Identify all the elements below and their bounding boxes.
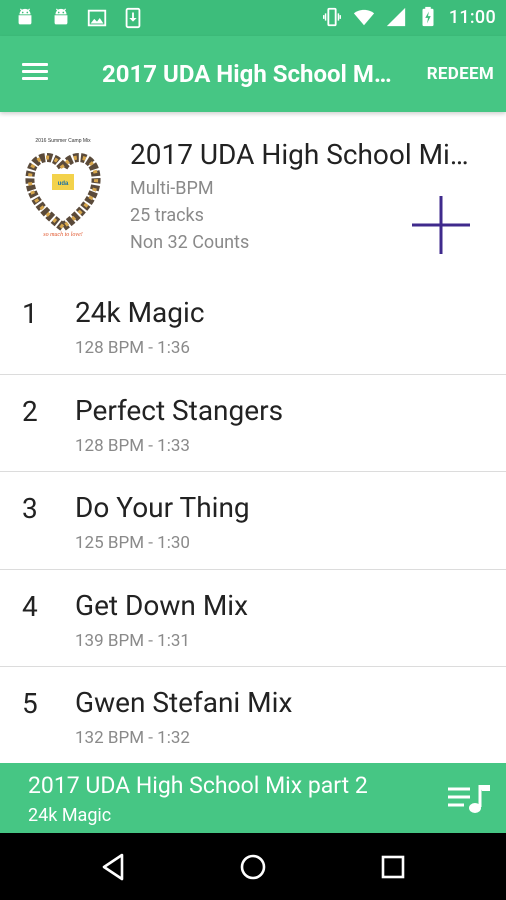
album-title: 2017 UDA High School Mix part 2 (130, 138, 475, 171)
track-info: 139 BPM - 1:31 (75, 630, 190, 651)
album-cover-image: 2016 Summer Camp Mix uda so much to love… (22, 132, 104, 240)
app-bar: 2017 UDA High School Mix part 2 REDEEM (0, 36, 506, 112)
track-name: Perfect Stangers (75, 393, 284, 427)
hamburger-icon-line (22, 63, 48, 66)
now-playing-album: 2017 UDA High School Mix part 2 (28, 772, 368, 799)
track-info: 128 BPM - 1:36 (75, 338, 190, 358)
now-playing-bar[interactable]: 2017 UDA High School Mix part 2 24k Magi… (0, 763, 506, 833)
album-track-count: 25 tracks (130, 205, 204, 226)
track-number: 3 (22, 492, 38, 525)
menu-button[interactable] (22, 59, 58, 89)
track-row[interactable]: 4 Get Down Mix 139 BPM - 1:31 (0, 570, 506, 667)
signal-icon (386, 7, 405, 27)
back-icon[interactable] (98, 851, 130, 883)
track-number: 5 (22, 687, 38, 720)
svg-text:2016 Summer Camp Mix: 2016 Summer Camp Mix (35, 138, 91, 144)
album-header: 2016 Summer Camp Mix uda so much to love… (0, 112, 506, 270)
download-icon (125, 7, 141, 29)
track-number: 2 (22, 394, 38, 428)
system-nav-bar (0, 833, 506, 900)
android-icon (18, 8, 32, 25)
wifi-icon (353, 9, 374, 26)
svg-text:so much to love!: so much to love! (43, 232, 83, 238)
vibrate-icon (322, 7, 341, 27)
page-title: 2017 UDA High School Mix part 2 (102, 60, 392, 88)
redeem-button[interactable]: REDEEM (427, 64, 494, 84)
track-row[interactable]: 2 Perfect Stangers 128 BPM - 1:33 (0, 375, 506, 472)
track-name: 24k Magic (75, 296, 205, 329)
track-info: 128 BPM - 1:33 (75, 435, 190, 456)
hamburger-icon-line (22, 77, 48, 80)
track-number: 4 (22, 589, 38, 623)
album-counts: Non 32 Counts (130, 232, 250, 253)
system-icons: 11:00 (321, 6, 496, 28)
hamburger-icon-line (22, 70, 48, 73)
track-name: Gwen Stefani Mix (75, 686, 293, 719)
track-row[interactable]: 5 Gwen Stefani Mix 132 BPM - 1:32 (0, 667, 506, 765)
recents-icon[interactable] (377, 851, 409, 883)
clock: 11:00 (448, 6, 496, 28)
track-info: 132 BPM - 1:32 (75, 728, 190, 748)
android-icon (54, 8, 68, 25)
home-icon[interactable] (237, 851, 269, 883)
album-bpm: Multi-BPM (130, 178, 214, 199)
track-name: Do Your Thing (75, 491, 250, 524)
queue-music-icon[interactable] (446, 781, 492, 817)
notification-icons (14, 7, 144, 29)
track-row[interactable]: 3 Do Your Thing 125 BPM - 1:30 (0, 472, 506, 570)
track-list: 1 24k Magic 128 BPM - 1:36 2 Perfect Sta… (0, 277, 506, 765)
track-info: 125 BPM - 1:30 (75, 533, 190, 553)
add-button[interactable] (410, 194, 472, 256)
track-name: Get Down Mix (75, 588, 248, 622)
track-number: 1 (22, 297, 38, 330)
track-row[interactable]: 1 24k Magic 128 BPM - 1:36 (0, 277, 506, 375)
status-bar: 11:00 (0, 0, 506, 36)
image-icon (87, 9, 107, 27)
now-playing-track: 24k Magic (28, 805, 112, 826)
svg-text:uda: uda (58, 181, 69, 187)
battery-charging-icon (422, 6, 434, 27)
